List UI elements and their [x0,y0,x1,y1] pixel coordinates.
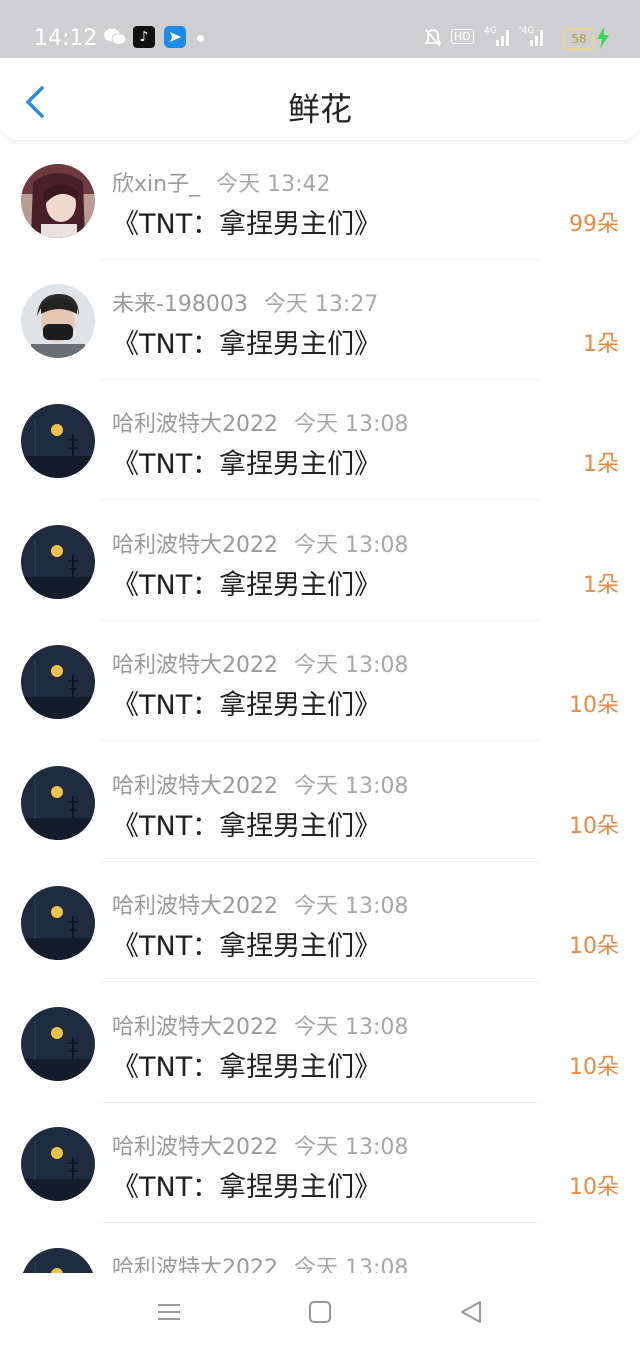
status-time: 14:12 [34,26,98,51]
user-name-text: 哈利波特大2022 [112,1135,278,1160]
gift-time: 今天 13:08 [294,653,409,678]
tiktok-icon: ♪ [133,26,155,48]
flower-count: 1朵 [583,452,619,477]
flower-count: 1朵 [583,573,619,598]
book-title: 《TNT：拿捏男主们》 [112,811,382,842]
flower-count: 99朵 [569,212,619,237]
user-name-text: 哈利波特大2022 [112,1256,278,1273]
book-title: 《TNT：拿捏男主们》 [112,570,382,601]
user-name-text: 未来-198003 [112,292,248,317]
flower-count: 10朵 [569,693,619,718]
divider [100,981,540,982]
triangle-back-icon [461,1301,481,1323]
divider [100,499,540,500]
list-item[interactable]: 哈利波特大2022 今天 13:08 《TNT：拿捏男主们》 10朵 [0,862,640,982]
user-name: 哈利波特大2022 今天 13:08 [112,1009,408,1041]
avatar[interactable] [21,886,95,960]
battery-indicator: 58 [563,28,595,50]
book-title: 《TNT：拿捏男主们》 [112,1172,382,1203]
user-name-text: 哈利波特大2022 [112,774,278,799]
avatar[interactable] [21,525,95,599]
flower-gift-list[interactable]: 欣xin子_ 今天 13:42 《TNT：拿捏男主们》 99朵 未来-198003… [0,140,640,1273]
signal-4g-icon: 4G [484,24,512,51]
user-name-text: 哈利波特大2022 [112,412,278,437]
avatar[interactable] [21,645,95,719]
user-name-text: 哈利波特大2022 [112,533,278,558]
user-name: 哈利波特大2022 今天 13:08 [112,527,408,559]
flower-count: 10朵 [569,814,619,839]
status-bar: 14:12 ♪ HD 4G ⁰4G 58 [0,0,640,58]
list-item[interactable]: 哈利波特大2022 今天 13:08 《TNT：拿捏男主们》 10朵 [0,621,640,741]
flower-count: 10朵 [569,1055,619,1080]
list-item[interactable]: 哈利波特大2022 今天 13:08 《TNT：拿捏男主们》 10朵 [0,742,640,862]
hd-badge: HD [451,29,474,44]
book-title: 《TNT：拿捏男主们》 [112,329,382,360]
flower-count: 10朵 [569,1175,619,1200]
user-name: 哈利波特大2022 今天 13:08 [112,647,408,679]
divider [100,740,540,741]
user-name-text: 哈利波特大2022 [112,894,278,919]
gift-time: 今天 13:08 [294,1015,409,1040]
user-name: 欣xin子_ 今天 13:42 [112,166,330,198]
avatar[interactable] [21,1248,95,1273]
list-item[interactable]: 哈利波特大2022 今天 13:08 《TNT：拿捏男主们》 10朵 [0,1103,640,1223]
charging-icon [596,27,610,53]
system-back-button[interactable] [456,1297,486,1327]
gift-time: 今天 13:42 [216,172,331,197]
user-name: 哈利波特大2022 今天 13:08 [112,768,408,800]
gift-time: 今天 13:08 [294,894,409,919]
wechat-icon [103,27,127,51]
top-nav-bar: 鲜花 [0,58,640,140]
list-item[interactable]: 哈利波特大2022 今天 13:08 《TNT：拿捏男主们》 1朵 [0,501,640,621]
user-name-text: 欣xin子_ [112,172,201,197]
book-title: 《TNT：拿捏男主们》 [112,449,382,480]
home-button[interactable] [305,1297,335,1327]
svg-text:4G: 4G [484,26,497,36]
list-item[interactable]: 未来-198003 今天 13:27 《TNT：拿捏男主们》 1朵 [0,260,640,380]
menu-icon [158,1304,180,1320]
book-title: 《TNT：拿捏男主们》 [112,209,382,240]
avatar[interactable] [21,1007,95,1081]
menu-button[interactable] [154,1297,184,1327]
avatar[interactable] [21,164,95,238]
divider [100,1222,540,1223]
avatar[interactable] [21,284,95,358]
gift-time: 今天 13:08 [294,1256,409,1273]
user-name: 未来-198003 今天 13:27 [112,286,378,318]
user-name: 哈利波特大2022 今天 13:08 [112,888,408,920]
signal-4g-icon-2: ⁰4G [518,24,550,51]
list-item[interactable]: 哈利波特大2022 今天 13:08 [0,1224,640,1273]
mute-bell-icon [424,28,442,51]
gift-time: 今天 13:08 [294,533,409,558]
svg-text:⁰4G: ⁰4G [518,26,534,36]
list-item[interactable]: 欣xin子_ 今天 13:42 《TNT：拿捏男主们》 99朵 [0,140,640,260]
book-title: 《TNT：拿捏男主们》 [112,690,382,721]
list-item[interactable]: 哈利波特大2022 今天 13:08 《TNT：拿捏男主们》 10朵 [0,983,640,1103]
user-name: 哈利波特大2022 今天 13:08 [112,406,408,438]
square-home-icon [309,1301,331,1323]
page-title: 鲜花 [287,90,352,128]
book-title: 《TNT：拿捏男主们》 [112,1052,382,1083]
gift-time: 今天 13:08 [294,774,409,799]
flower-count: 10朵 [569,934,619,959]
gift-time: 今天 13:27 [263,292,379,317]
gift-time: 今天 13:08 [294,412,409,437]
book-title: 《TNT：拿捏男主们》 [112,931,382,962]
avatar[interactable] [21,404,95,478]
avatar[interactable] [21,1127,95,1201]
gift-time: 今天 13:08 [294,1135,409,1160]
flower-count: 1朵 [583,332,619,357]
user-name-text: 哈利波特大2022 [112,1015,278,1040]
user-name-text: 哈利波特大2022 [112,653,278,678]
user-name: 哈利波特大2022 今天 13:08 [112,1250,408,1273]
user-name: 哈利波特大2022 今天 13:08 [112,1129,408,1161]
avatar[interactable] [21,766,95,840]
app-notification-icon [164,26,186,48]
system-nav-bar [0,1273,640,1351]
more-notifications-icon [197,35,204,42]
list-item[interactable]: 哈利波特大2022 今天 13:08 《TNT：拿捏男主们》 1朵 [0,380,640,500]
